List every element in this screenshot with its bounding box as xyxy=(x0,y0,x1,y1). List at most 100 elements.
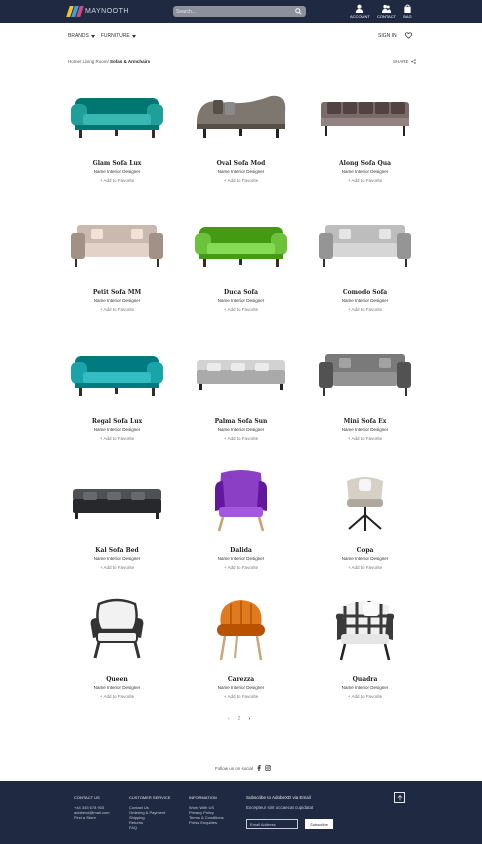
product-card[interactable]: Petit Sofa MM Name Interior Designer + A… xyxy=(55,207,179,336)
product-image[interactable] xyxy=(62,594,172,664)
product-card[interactable]: Regal Sofa Lux Name Interior Designer + … xyxy=(55,336,179,465)
add-to-favorite-link[interactable]: + Add to Favorite xyxy=(348,178,382,183)
page-number[interactable]: 2 xyxy=(238,716,241,722)
product-card[interactable]: Duca Sofa Name Interior Designer + Add t… xyxy=(179,207,303,336)
product-card[interactable]: Dalida Name Interior Designer + Add to F… xyxy=(179,465,303,594)
product-image[interactable] xyxy=(310,465,420,535)
product-name[interactable]: Carezza xyxy=(228,676,254,683)
product-grid: Glam Sofa Lux Name Interior Designer + A… xyxy=(55,78,427,723)
product-name[interactable]: Copa xyxy=(357,547,374,554)
back-to-top-button[interactable] xyxy=(394,792,405,803)
subscribe-title: Subscribe to AdobeXD via Email xyxy=(246,795,311,800)
product-name[interactable]: Glam Sofa Lux xyxy=(93,160,142,167)
product-name[interactable]: Dalida xyxy=(230,547,252,554)
subscribe-text: Excepteur sint occaecat cupidatat xyxy=(246,805,314,810)
footer-link[interactable]: Find a Store xyxy=(74,815,109,820)
share-icon xyxy=(410,59,416,64)
product-name[interactable]: Comodo Sofa xyxy=(343,289,387,296)
search-input[interactable] xyxy=(176,7,286,16)
footer-service-title: CUSTOMER SERVICE xyxy=(129,795,171,800)
product-card[interactable]: Carezza Name Interior Designer + Add to … xyxy=(179,594,303,723)
product-card[interactable]: Queen Name Interior Designer + Add to Fa… xyxy=(55,594,179,723)
product-image[interactable] xyxy=(186,594,296,664)
product-image[interactable] xyxy=(62,336,172,406)
heart-icon[interactable] xyxy=(405,32,412,39)
bag-button[interactable]: BAG xyxy=(403,4,412,19)
add-to-favorite-link[interactable]: + Add to Favorite xyxy=(348,307,382,312)
product-image[interactable] xyxy=(186,78,296,148)
product-name[interactable]: Mini Sofa Ex xyxy=(344,418,387,425)
product-name[interactable]: Oval Sofa Mod xyxy=(217,160,266,167)
product-image[interactable] xyxy=(310,336,420,406)
search-icon[interactable] xyxy=(295,8,302,15)
category-nav: BRANDS FURNITURE xyxy=(68,33,136,39)
wingchair-furniture-icon xyxy=(215,470,267,532)
account-button[interactable]: ACCOUNT xyxy=(350,4,370,19)
footer-info-title: INFORMATION xyxy=(189,795,217,800)
search-bar xyxy=(173,6,306,17)
add-to-favorite-link[interactable]: + Add to Favorite xyxy=(100,178,134,183)
breadcrumb-path[interactable]: Home/ Living Room/ xyxy=(68,59,109,64)
add-to-favorite-link[interactable]: + Add to Favorite xyxy=(224,178,258,183)
product-card[interactable]: Quadra Name Interior Designer + Add to F… xyxy=(303,594,427,723)
product-card[interactable]: Copa Name Interior Designer + Add to Fav… xyxy=(303,465,427,594)
product-card[interactable]: Along Sofa Qua Name Interior Designer + … xyxy=(303,78,427,207)
product-card[interactable]: Comodo Sofa Name Interior Designer + Add… xyxy=(303,207,427,336)
add-to-favorite-link[interactable]: + Add to Favorite xyxy=(100,694,134,699)
add-to-favorite-link[interactable]: + Add to Favorite xyxy=(224,307,258,312)
product-designer: Name Interior Designer xyxy=(341,556,389,561)
share-button[interactable]: SHARE xyxy=(393,59,416,64)
email-field[interactable] xyxy=(246,819,298,829)
product-name[interactable]: Quadra xyxy=(353,676,378,683)
add-to-favorite-link[interactable]: + Add to Favorite xyxy=(100,436,134,441)
product-card[interactable]: Mini Sofa Ex Name Interior Designer + Ad… xyxy=(303,336,427,465)
signin-link[interactable]: SIGN IN xyxy=(378,33,397,39)
product-card[interactable]: Glam Sofa Lux Name Interior Designer + A… xyxy=(55,78,179,207)
product-name[interactable]: Palma Sofa Sun xyxy=(215,418,268,425)
product-name[interactable]: Duca Sofa xyxy=(224,289,258,296)
add-to-favorite-link[interactable]: + Add to Favorite xyxy=(348,565,382,570)
brand-logo[interactable]: MAYNOOTH xyxy=(66,6,129,17)
site-footer: CONTACT US +44 345 678 903 adobexd@mail.… xyxy=(0,781,482,844)
product-designer: Name Interior Designer xyxy=(217,427,265,432)
instagram-icon[interactable] xyxy=(265,765,271,771)
product-image[interactable] xyxy=(186,207,296,277)
product-image[interactable] xyxy=(62,207,172,277)
contact-button[interactable]: CONTACT xyxy=(377,4,396,19)
facebook-icon[interactable] xyxy=(256,765,262,771)
subscribe-button[interactable]: Subscribe xyxy=(305,819,333,829)
add-to-favorite-link[interactable]: + Add to Favorite xyxy=(224,694,258,699)
add-to-favorite-link[interactable]: + Add to Favorite xyxy=(224,565,258,570)
product-card[interactable]: Oval Sofa Mod Name Interior Designer + A… xyxy=(179,78,303,207)
product-name[interactable]: Regal Sofa Lux xyxy=(92,418,142,425)
nav-brands-label: BRANDS xyxy=(68,33,89,39)
product-image[interactable] xyxy=(62,465,172,535)
product-card[interactable]: Kal Sofa Bed Name Interior Designer + Ad… xyxy=(55,465,179,594)
next-page-button[interactable]: › xyxy=(248,716,250,722)
product-image[interactable] xyxy=(186,465,296,535)
product-name[interactable]: Queen xyxy=(106,676,128,683)
product-image[interactable] xyxy=(62,78,172,148)
product-image[interactable] xyxy=(310,594,420,664)
nav-furniture[interactable]: FURNITURE xyxy=(101,33,136,39)
curved-furniture-icon xyxy=(197,95,286,138)
product-card[interactable]: Palma Sofa Sun Name Interior Designer + … xyxy=(179,336,303,465)
add-to-favorite-link[interactable]: + Add to Favorite xyxy=(100,307,134,312)
prev-page-button[interactable]: ‹ xyxy=(228,716,230,722)
product-name[interactable]: Kal Sofa Bed xyxy=(95,547,138,554)
product-image[interactable] xyxy=(310,207,420,277)
footer-link[interactable]: FAQ xyxy=(129,825,170,830)
add-to-favorite-link[interactable]: + Add to Favorite xyxy=(348,694,382,699)
footer-link[interactable]: Press Enquiries xyxy=(189,820,224,825)
product-image[interactable] xyxy=(310,78,420,148)
product-image[interactable] xyxy=(186,336,296,406)
footer-info: INFORMATION Work With US Privacy Policy … xyxy=(189,795,224,825)
nav-brands[interactable]: BRANDS xyxy=(68,33,95,39)
add-to-favorite-link[interactable]: + Add to Favorite xyxy=(348,436,382,441)
product-name[interactable]: Petit Sofa MM xyxy=(93,289,141,296)
low-furniture-icon xyxy=(73,489,161,519)
add-to-favorite-link[interactable]: + Add to Favorite xyxy=(224,436,258,441)
product-name[interactable]: Along Sofa Qua xyxy=(339,160,391,167)
add-to-favorite-link[interactable]: + Add to Favorite xyxy=(100,565,134,570)
share-label: SHARE xyxy=(393,59,409,64)
